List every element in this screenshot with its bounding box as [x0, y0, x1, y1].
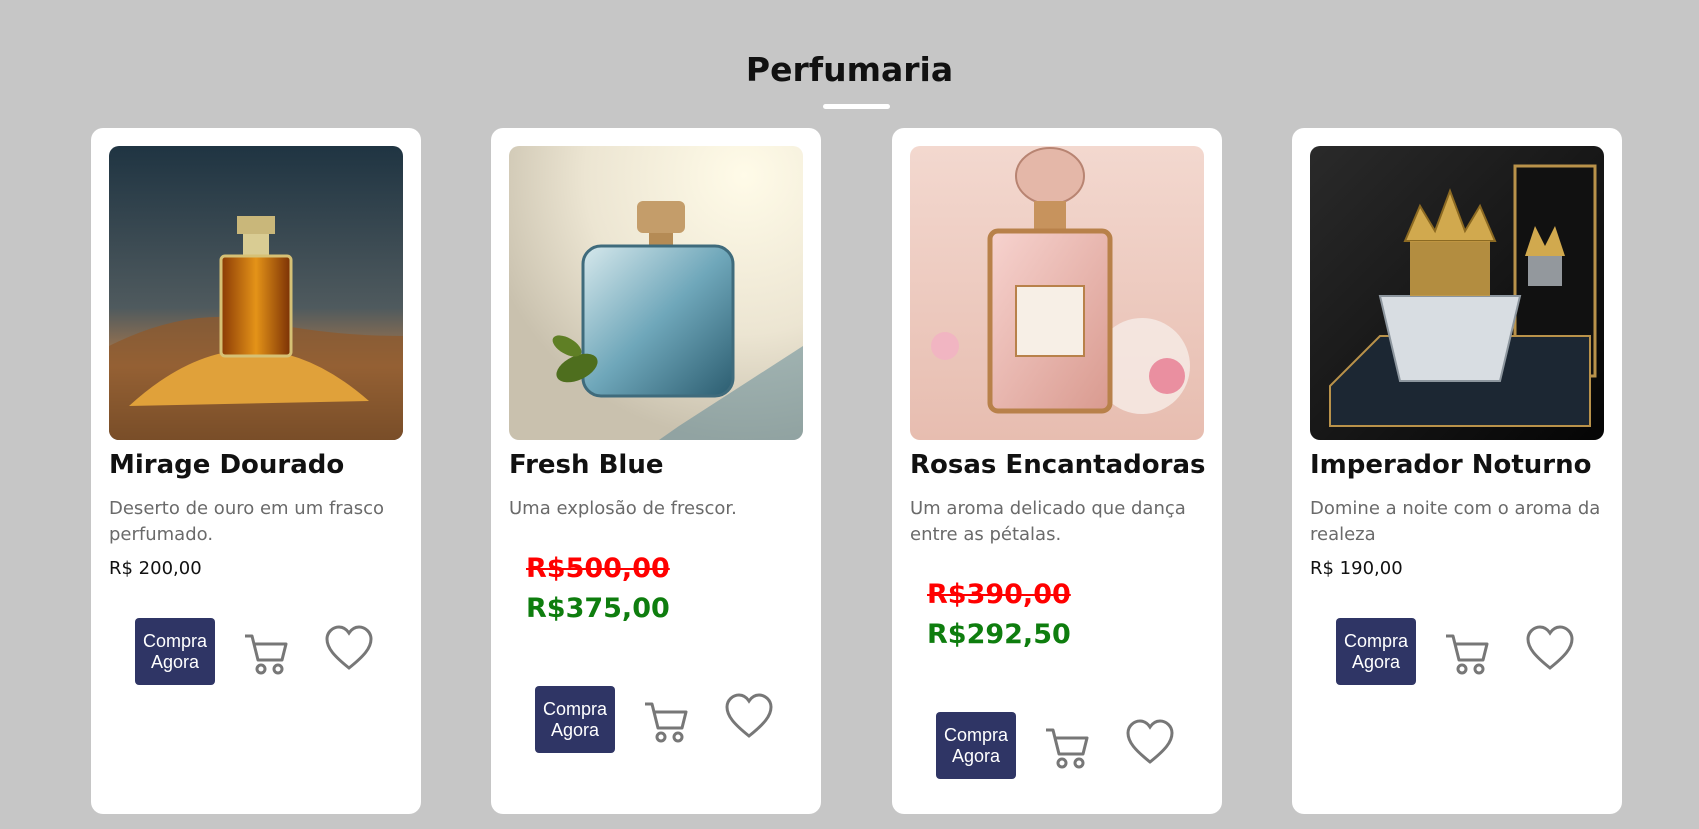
- product-card-mirage-dourado: Mirage Dourado Deserto de ouro em um fra…: [91, 128, 421, 814]
- product-card-imperador-noturno: Imperador Noturno Domine a noite com o a…: [1292, 128, 1622, 814]
- product-description: Uma explosão de frescor.: [509, 498, 737, 519]
- add-to-cart-button[interactable]: [1042, 722, 1092, 772]
- section-title: Perfumaria: [745, 50, 954, 89]
- favorite-button[interactable]: [1525, 624, 1575, 674]
- heart-icon: [1126, 719, 1174, 764]
- heart-icon: [725, 693, 773, 738]
- product-description: Deserto de ouro em um frasco perfumado.: [109, 498, 385, 545]
- product-image: [109, 146, 403, 440]
- product-name: Fresh Blue: [509, 450, 664, 480]
- heart-icon: [325, 625, 373, 670]
- product-description: Domine a noite com o aroma da realeza: [1310, 498, 1601, 545]
- discount-price: R$375,00: [526, 593, 670, 624]
- product-name: Imperador Noturno: [1310, 450, 1592, 480]
- product-price: R$ 200,00: [109, 558, 202, 579]
- discount-price: R$292,50: [927, 619, 1071, 650]
- product-price: R$ 190,00: [1310, 558, 1403, 579]
- add-to-cart-button[interactable]: [641, 696, 691, 746]
- old-price: R$390,00: [927, 579, 1071, 610]
- buy-now-button[interactable]: Compra Agora: [936, 712, 1016, 779]
- favorite-button[interactable]: [324, 624, 374, 674]
- cart-icon: [245, 634, 288, 675]
- product-name: Mirage Dourado: [109, 450, 345, 480]
- product-card-rosas-encantadoras: Rosas Encantadoras Um aroma delicado que…: [892, 128, 1222, 814]
- cart-icon: [1046, 728, 1089, 769]
- cart-icon: [645, 702, 688, 743]
- add-to-cart-button[interactable]: [1442, 628, 1492, 678]
- heart-icon: [1526, 625, 1574, 670]
- add-to-cart-button[interactable]: [241, 628, 291, 678]
- product-image: [910, 146, 1204, 440]
- buy-now-button[interactable]: Compra Agora: [1336, 618, 1416, 685]
- cart-icon: [1446, 634, 1489, 675]
- product-image: [509, 146, 803, 440]
- buy-now-button[interactable]: Compra Agora: [135, 618, 215, 685]
- old-price: R$500,00: [526, 553, 670, 584]
- favorite-button[interactable]: [1125, 718, 1175, 768]
- product-description: Um aroma delicado que dança entre as pét…: [910, 498, 1186, 545]
- favorite-button[interactable]: [724, 692, 774, 742]
- product-card-fresh-blue: Fresh Blue Uma explosão de frescor. R$50…: [491, 128, 821, 814]
- title-underline: [823, 104, 890, 109]
- product-name: Rosas Encantadoras: [910, 450, 1206, 480]
- buy-now-button[interactable]: Compra Agora: [535, 686, 615, 753]
- product-image: [1310, 146, 1604, 440]
